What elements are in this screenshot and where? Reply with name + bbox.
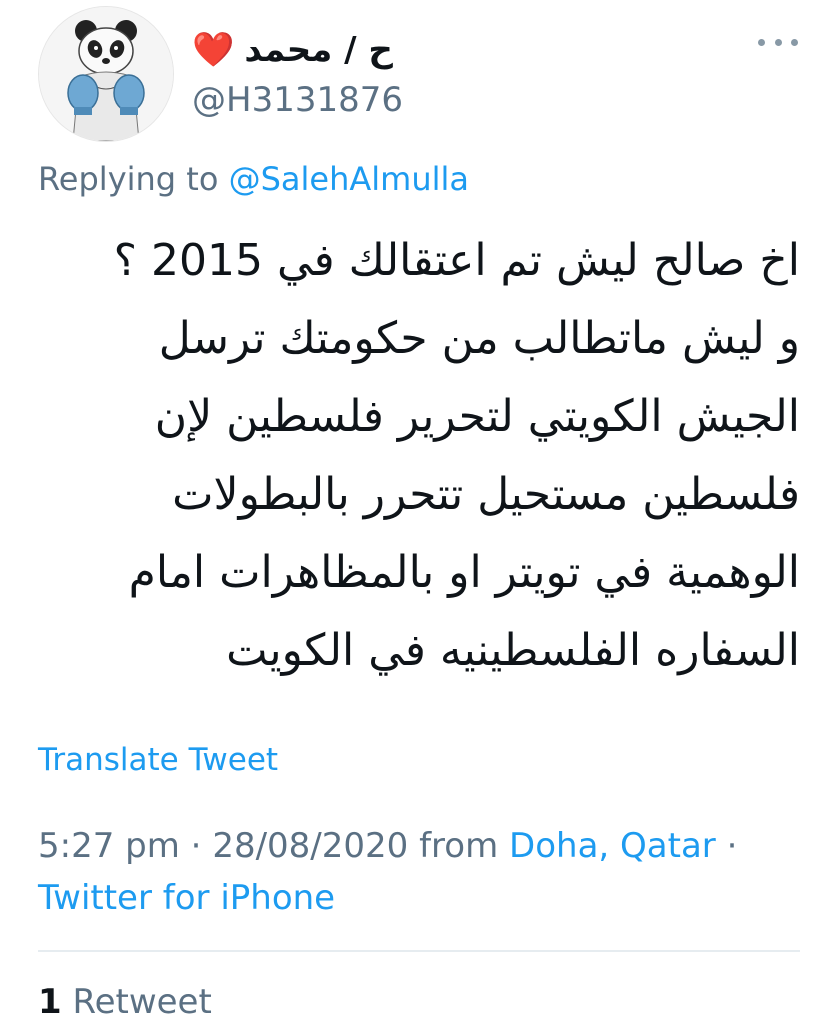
more-options-icon[interactable] xyxy=(758,30,798,54)
dot xyxy=(774,38,782,46)
dot xyxy=(758,38,765,46)
tweet-line: السفاره الفلسطينيه في الكويت xyxy=(226,625,800,676)
tweet-line: اخ صالح ليش تم اعتقالك في 2015 ؟ xyxy=(113,235,800,286)
avatar[interactable] xyxy=(38,6,174,142)
replying-prefix: Replying to xyxy=(38,160,229,198)
dot xyxy=(791,38,798,46)
reply-mention-link[interactable]: @SalehAlmulla xyxy=(229,160,469,198)
tweet-line: الوهمية في تويتر او بالمظاهرات امام xyxy=(128,547,800,598)
translate-tweet-link[interactable]: Translate Tweet xyxy=(38,742,278,778)
retweet-number: 1 xyxy=(38,982,62,1022)
tweet-metadata: 5:27 pm · 28/08/2020 from Doha, Qatar · … xyxy=(38,820,798,924)
tweet-text: اخ صالح ليش تم اعتقالك في 2015 ؟ و ليش م… xyxy=(38,222,800,690)
author-handle[interactable]: @H3131876 xyxy=(192,80,403,120)
tweet-date[interactable]: 28/08/2020 xyxy=(212,826,408,866)
tweet-line: الجيش الكويتي لتحرير فلسطين لإن xyxy=(154,391,800,442)
replying-to: Replying to @SalehAlmulla xyxy=(38,160,469,198)
retweet-label: Retweet xyxy=(61,982,212,1022)
source-link[interactable]: Twitter for iPhone xyxy=(38,878,335,918)
author-display-name[interactable]: ❤️ ح / محمد xyxy=(192,22,422,78)
location-link[interactable]: Doha, Qatar xyxy=(509,826,716,866)
separator: · xyxy=(715,826,738,866)
from-label: from xyxy=(408,826,510,866)
author-name-text: ح / محمد xyxy=(244,30,393,70)
separator: · xyxy=(179,826,213,866)
tweet-time[interactable]: 5:27 pm xyxy=(38,826,180,866)
tweet-line: و ليش ماتطالب من حكومتك ترسل xyxy=(158,313,800,364)
retweet-count[interactable]: 1 Retweet xyxy=(38,982,212,1022)
tweet-line: فلسطين مستحيل تتحرر بالبطولات xyxy=(172,469,800,520)
divider xyxy=(38,950,800,952)
heart-emoji: ❤️ xyxy=(192,30,235,70)
panda-boxer-avatar-icon xyxy=(39,7,173,141)
